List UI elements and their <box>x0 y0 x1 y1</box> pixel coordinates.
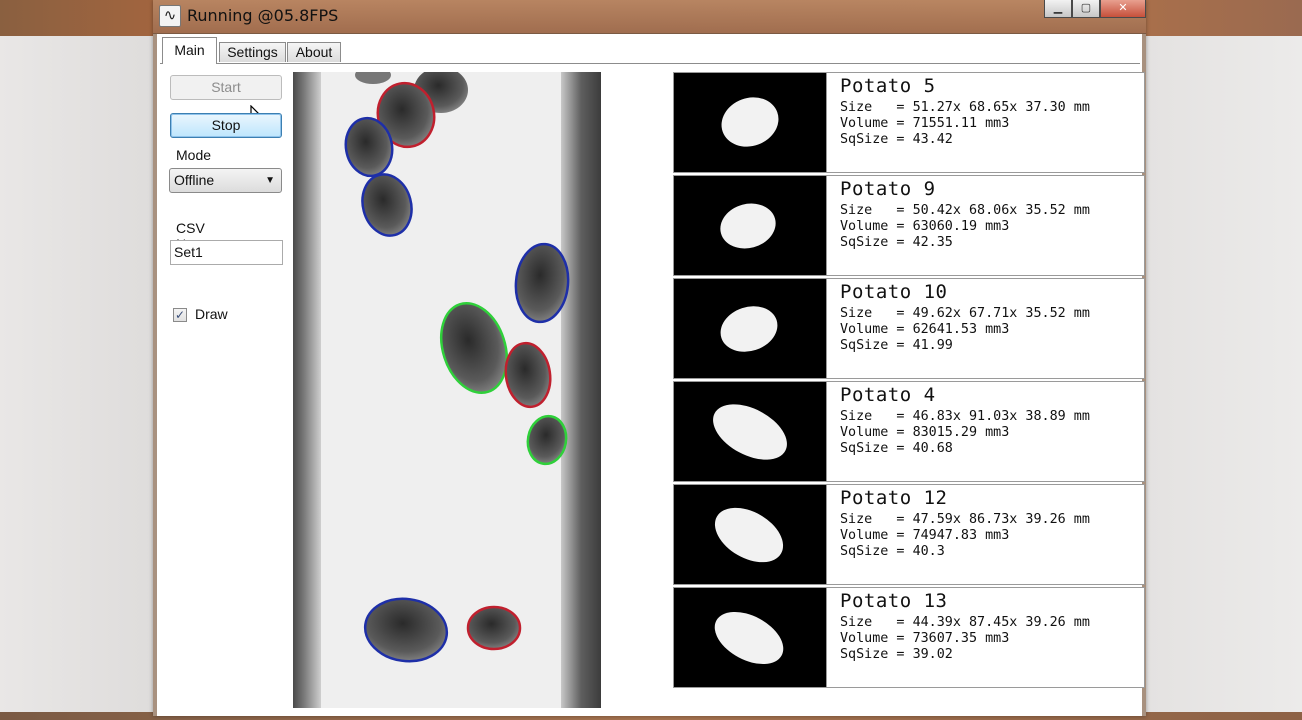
potato-row: Potato 12 Size = 47.59x 86.73x 39.26 mm … <box>673 484 1145 585</box>
client-area: Main Settings About Start Stop Mode Offl… <box>153 34 1146 716</box>
potato-thumbnail <box>674 176 827 275</box>
potato-stats: Size = 49.62x 67.71x 35.52 mm Volume = 6… <box>840 306 1090 353</box>
potato-stats: Size = 46.83x 91.03x 38.89 mm Volume = 8… <box>840 409 1090 456</box>
potato-stats: Size = 50.42x 68.06x 35.52 mm Volume = 6… <box>840 203 1090 250</box>
potato-row: Potato 9 Size = 50.42x 68.06x 35.52 mm V… <box>673 175 1145 276</box>
tab-about[interactable]: About <box>287 42 341 62</box>
potato-stats: Size = 47.59x 86.73x 39.26 mm Volume = 7… <box>840 512 1090 559</box>
potato-thumbnail <box>674 279 827 378</box>
draw-checkbox[interactable]: ✓ <box>173 308 187 322</box>
potato-row: Potato 4 Size = 46.83x 91.03x 38.89 mm V… <box>673 381 1145 482</box>
potato-name: Potato 4 <box>840 384 936 406</box>
csv-name-field[interactable]: Set1 <box>170 240 283 265</box>
potato-name: Potato 9 <box>840 178 936 200</box>
app-window: ∿ Running @05.8FPS ▁ ▢ ✕ Main Settings A… <box>153 0 1146 716</box>
potato-thumbnail <box>674 485 827 584</box>
mode-value: Offline <box>174 172 215 188</box>
potato-name: Potato 12 <box>840 487 948 509</box>
potato-stats: Size = 51.27x 68.65x 37.30 mm Volume = 7… <box>840 100 1090 147</box>
wave-icon: ∿ <box>159 5 181 27</box>
potato-blob <box>466 605 522 651</box>
camera-feed <box>293 72 601 708</box>
potato-thumbnail <box>674 73 827 172</box>
potato-stats: Size = 44.39x 87.45x 39.26 mm Volume = 7… <box>840 615 1090 662</box>
camera-image <box>293 72 601 708</box>
maximize-icon[interactable]: ▢ <box>1072 0 1100 18</box>
minimize-icon[interactable]: ▁ <box>1044 0 1072 18</box>
mode-dropdown[interactable]: Offline ▼ <box>169 168 282 193</box>
potato-thumbnail <box>674 588 827 687</box>
potato-thumbnail <box>674 382 827 481</box>
draw-label: Draw <box>195 306 228 322</box>
potato-name: Potato 13 <box>840 590 948 612</box>
potato-row: Potato 10 Size = 49.62x 67.71x 35.52 mm … <box>673 278 1145 379</box>
tab-main[interactable]: Main <box>162 37 217 64</box>
close-icon[interactable]: ✕ <box>1100 0 1146 18</box>
title-bar[interactable]: ∿ Running @05.8FPS ▁ ▢ ✕ <box>153 0 1146 34</box>
start-button[interactable]: Start <box>170 75 282 100</box>
window-title: Running @05.8FPS <box>187 6 339 25</box>
mode-label: Mode <box>176 147 212 163</box>
potato-name: Potato 10 <box>840 281 948 303</box>
tab-strip: Main Settings About <box>160 37 1140 64</box>
chevron-down-icon: ▼ <box>265 175 275 186</box>
tab-settings[interactable]: Settings <box>219 42 286 62</box>
stop-button[interactable]: Stop <box>170 113 282 138</box>
potato-row: Potato 13 Size = 44.39x 87.45x 39.26 mm … <box>673 587 1145 688</box>
potato-name: Potato 5 <box>840 75 936 97</box>
potato-row: Potato 5 Size = 51.27x 68.65x 37.30 mm V… <box>673 72 1145 173</box>
window-controls: ▁ ▢ ✕ <box>1044 0 1146 18</box>
